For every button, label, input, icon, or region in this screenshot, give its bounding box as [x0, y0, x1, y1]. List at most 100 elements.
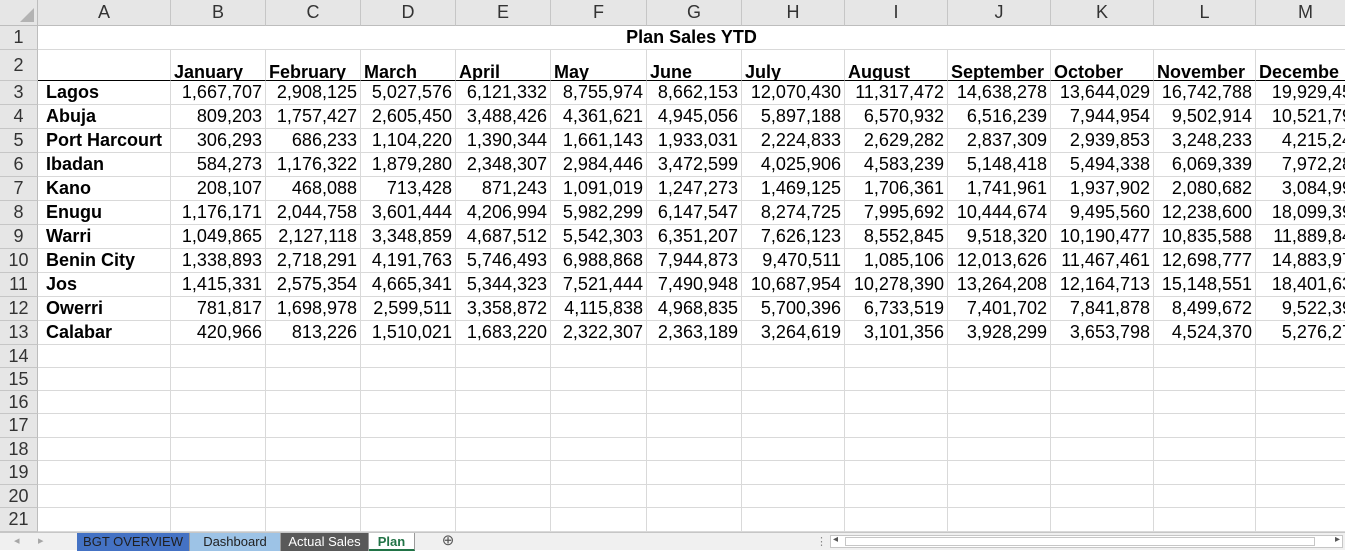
row-header-6[interactable]: 6	[0, 153, 38, 177]
sales-value-cell[interactable]: 4,025,906	[742, 153, 845, 177]
scrollbar-thumb[interactable]	[845, 537, 1315, 546]
sales-value-cell[interactable]: 18,401,63	[1256, 273, 1345, 297]
empty-cell[interactable]	[1154, 391, 1256, 414]
empty-cell[interactable]	[647, 368, 742, 391]
empty-cell[interactable]	[551, 368, 647, 391]
sales-value-cell[interactable]: 14,883,97	[1256, 249, 1345, 273]
sales-value-cell[interactable]: 5,027,576	[361, 81, 456, 105]
empty-cell[interactable]	[361, 438, 456, 461]
month-header-5[interactable]: May	[551, 50, 647, 81]
empty-cell[interactable]	[948, 438, 1051, 461]
sales-value-cell[interactable]: 4,968,835	[647, 297, 742, 321]
empty-cell[interactable]	[266, 438, 361, 461]
row-header-17[interactable]: 17	[0, 414, 38, 438]
empty-cell[interactable]	[742, 461, 845, 485]
row-header-19[interactable]: 19	[0, 461, 38, 485]
empty-cell[interactable]	[1051, 438, 1154, 461]
sales-value-cell[interactable]: 871,243	[456, 177, 551, 201]
month-header-2[interactable]: February	[266, 50, 361, 81]
sales-value-cell[interactable]: 2,127,118	[266, 225, 361, 249]
empty-cell[interactable]	[171, 438, 266, 461]
sales-value-cell[interactable]: 5,494,338	[1051, 153, 1154, 177]
sales-value-cell[interactable]: 3,084,99	[1256, 177, 1345, 201]
empty-cell[interactable]	[1051, 414, 1154, 438]
row-header-9[interactable]: 9	[0, 225, 38, 249]
city-label[interactable]: Owerri	[38, 297, 171, 321]
empty-cell[interactable]	[742, 368, 845, 391]
city-label[interactable]: Jos	[38, 273, 171, 297]
row-header-1[interactable]: 1	[0, 26, 38, 50]
sales-value-cell[interactable]: 1,049,865	[171, 225, 266, 249]
empty-cell[interactable]	[551, 508, 647, 532]
sales-value-cell[interactable]: 713,428	[361, 177, 456, 201]
empty-cell[interactable]	[551, 414, 647, 438]
sales-value-cell[interactable]: 4,206,994	[456, 201, 551, 225]
empty-cell[interactable]	[551, 485, 647, 508]
empty-cell[interactable]	[171, 345, 266, 368]
month-header-6[interactable]: June	[647, 50, 742, 81]
sales-value-cell[interactable]: 2,575,354	[266, 273, 361, 297]
sales-value-cell[interactable]: 5,148,418	[948, 153, 1051, 177]
cell-A2[interactable]	[38, 50, 171, 81]
empty-cell[interactable]	[551, 438, 647, 461]
empty-cell[interactable]	[38, 461, 171, 485]
sales-value-cell[interactable]: 11,889,84	[1256, 225, 1345, 249]
row-header-4[interactable]: 4	[0, 105, 38, 129]
empty-cell[interactable]	[1256, 345, 1345, 368]
empty-cell[interactable]	[948, 391, 1051, 414]
sales-value-cell[interactable]: 9,470,511	[742, 249, 845, 273]
empty-cell[interactable]	[1256, 485, 1345, 508]
sales-value-cell[interactable]: 7,626,123	[742, 225, 845, 249]
sales-value-cell[interactable]: 3,248,233	[1154, 129, 1256, 153]
empty-cell[interactable]	[361, 345, 456, 368]
row-header-5[interactable]: 5	[0, 129, 38, 153]
empty-cell[interactable]	[1256, 438, 1345, 461]
empty-cell[interactable]	[266, 485, 361, 508]
sales-value-cell[interactable]: 5,982,299	[551, 201, 647, 225]
empty-cell[interactable]	[456, 391, 551, 414]
empty-cell[interactable]	[456, 485, 551, 508]
empty-cell[interactable]	[647, 438, 742, 461]
sales-value-cell[interactable]: 11,467,461	[1051, 249, 1154, 273]
sales-value-cell[interactable]: 1,085,106	[845, 249, 948, 273]
sales-value-cell[interactable]: 1,104,220	[361, 129, 456, 153]
month-header-8[interactable]: August	[845, 50, 948, 81]
empty-cell[interactable]	[845, 414, 948, 438]
sales-value-cell[interactable]: 2,837,309	[948, 129, 1051, 153]
empty-cell[interactable]	[456, 368, 551, 391]
sales-value-cell[interactable]: 3,472,599	[647, 153, 742, 177]
sales-value-cell[interactable]: 7,841,878	[1051, 297, 1154, 321]
empty-cell[interactable]	[38, 414, 171, 438]
empty-cell[interactable]	[948, 485, 1051, 508]
plus-circle-icon[interactable]: ⊕	[440, 533, 456, 549]
empty-cell[interactable]	[1051, 461, 1154, 485]
sales-value-cell[interactable]: 5,542,303	[551, 225, 647, 249]
sales-value-cell[interactable]: 10,521,79	[1256, 105, 1345, 129]
empty-cell[interactable]	[171, 461, 266, 485]
sales-value-cell[interactable]: 7,944,873	[647, 249, 742, 273]
sales-value-cell[interactable]: 3,928,299	[948, 321, 1051, 345]
month-header-4[interactable]: April	[456, 50, 551, 81]
empty-cell[interactable]	[361, 391, 456, 414]
month-header-10[interactable]: October	[1051, 50, 1154, 81]
sales-value-cell[interactable]: 9,502,914	[1154, 105, 1256, 129]
sales-value-cell[interactable]: 2,599,511	[361, 297, 456, 321]
sales-value-cell[interactable]: 5,700,396	[742, 297, 845, 321]
row-header-12[interactable]: 12	[0, 297, 38, 321]
row-header-3[interactable]: 3	[0, 81, 38, 105]
row-header-20[interactable]: 20	[0, 485, 38, 508]
sales-value-cell[interactable]: 13,644,029	[1051, 81, 1154, 105]
sales-value-cell[interactable]: 1,933,031	[647, 129, 742, 153]
month-header-3[interactable]: March	[361, 50, 456, 81]
empty-cell[interactable]	[1051, 485, 1154, 508]
empty-cell[interactable]	[456, 508, 551, 532]
empty-cell[interactable]	[647, 461, 742, 485]
sales-value-cell[interactable]: 6,147,547	[647, 201, 742, 225]
sales-value-cell[interactable]: 8,755,974	[551, 81, 647, 105]
empty-cell[interactable]	[456, 461, 551, 485]
city-label[interactable]: Ibadan	[38, 153, 171, 177]
sales-value-cell[interactable]: 12,013,626	[948, 249, 1051, 273]
month-header-9[interactable]: September	[948, 50, 1051, 81]
sales-value-cell[interactable]: 3,358,872	[456, 297, 551, 321]
column-header-G[interactable]: G	[647, 0, 742, 26]
